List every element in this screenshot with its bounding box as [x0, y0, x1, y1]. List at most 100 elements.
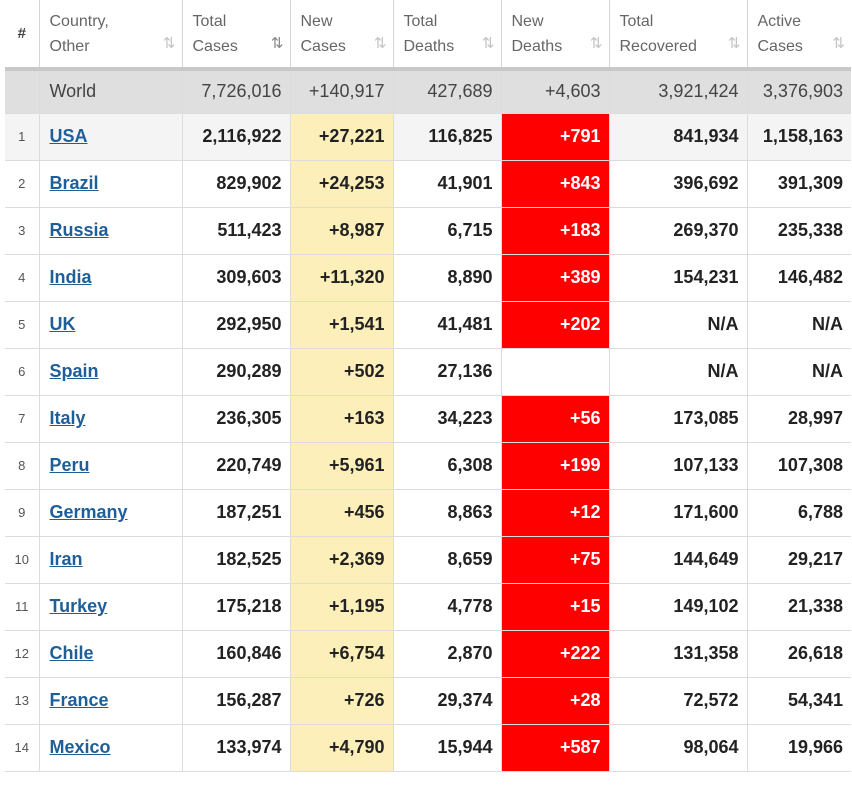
world-row: World 7,726,016 +140,917 427,689 +4,603 … — [5, 69, 851, 114]
total-deaths-cell: 41,901 — [393, 160, 502, 208]
new-cases-cell: +24,253 — [290, 160, 394, 208]
header-total-cases[interactable]: Total Cases ⇅ — [182, 0, 291, 71]
total-deaths-cell: 41,481 — [393, 301, 502, 349]
world-total-cases-cell: 7,726,016 — [182, 69, 291, 114]
header-total-recovered[interactable]: Total Recovered ⇅ — [609, 0, 748, 71]
new-deaths-cell: +389 — [501, 254, 610, 302]
country-cell: UK — [39, 301, 183, 349]
new-cases-cell: +502 — [290, 348, 394, 396]
country-cell: Turkey — [39, 583, 183, 631]
total-deaths-cell: 27,136 — [393, 348, 502, 396]
header-new-deaths[interactable]: New Deaths ⇅ — [501, 0, 610, 71]
country-link[interactable]: France — [50, 690, 109, 710]
country-link[interactable]: Turkey — [50, 596, 108, 616]
country-link[interactable]: Mexico — [50, 737, 111, 757]
header-country-label: Country, Other — [49, 12, 109, 55]
index-cell: 3 — [5, 207, 40, 255]
new-deaths-cell: +15 — [501, 583, 610, 631]
header-active-cases[interactable]: Active Cases ⇅ — [747, 0, 851, 71]
new-deaths-cell: +199 — [501, 442, 610, 490]
total-recovered-cell: 269,370 — [609, 207, 748, 255]
table-row: 5 UK 292,950 +1,541 41,481 +202 N/A N/A — [5, 301, 851, 349]
new-deaths-cell: +183 — [501, 207, 610, 255]
table-row: 12 Chile 160,846 +6,754 2,870 +222 131,358 26,6… — [5, 630, 851, 678]
new-cases-cell: +2,369 — [290, 536, 394, 584]
total-deaths-cell: 6,308 — [393, 442, 502, 490]
header-active-cases-label: Active Cases — [757, 12, 803, 55]
country-link[interactable]: Germany — [50, 502, 128, 522]
total-recovered-cell: 154,231 — [609, 254, 748, 302]
table-row: 8 Peru 220,749 +5,961 6,308 +199 107,133 107,30… — [5, 442, 851, 490]
new-cases-cell: +1,541 — [290, 301, 394, 349]
country-link[interactable]: Brazil — [50, 173, 99, 193]
total-cases-cell: 220,749 — [182, 442, 291, 490]
total-recovered-cell: N/A — [609, 301, 748, 349]
covid-stats-table: # Country, Other ⇅ Total Cases ⇅ New Cases… — [5, 0, 851, 772]
active-cases-cell: 28,997 — [747, 395, 851, 443]
total-cases-cell: 829,902 — [182, 160, 291, 208]
sort-icon[interactable]: ⇅ — [163, 31, 175, 56]
world-total-recovered-cell: 3,921,424 — [609, 69, 748, 114]
header-row: # Country, Other ⇅ Total Cases ⇅ New Cases… — [5, 0, 851, 71]
active-cases-cell: 107,308 — [747, 442, 851, 490]
index-cell: 11 — [5, 583, 40, 631]
index-cell: 13 — [5, 677, 40, 725]
new-cases-cell: +163 — [290, 395, 394, 443]
active-cases-cell: N/A — [747, 301, 851, 349]
new-cases-cell: +726 — [290, 677, 394, 725]
active-cases-cell: 146,482 — [747, 254, 851, 302]
country-link[interactable]: Peru — [50, 455, 90, 475]
table-row: 4 India 309,603 +11,320 8,890 +389 154,231 146,… — [5, 254, 851, 302]
active-cases-cell: 26,618 — [747, 630, 851, 678]
table-row: 14 Mexico 133,974 +4,790 15,944 +587 98,064 19,… — [5, 724, 851, 772]
header-new-cases-label: New Cases — [300, 12, 346, 55]
active-cases-cell: 6,788 — [747, 489, 851, 537]
new-deaths-cell — [501, 348, 610, 396]
total-cases-cell: 133,974 — [182, 724, 291, 772]
sort-icon[interactable]: ⇅ — [374, 31, 386, 56]
index-cell: 12 — [5, 630, 40, 678]
country-cell: Germany — [39, 489, 183, 537]
total-recovered-cell: 72,572 — [609, 677, 748, 725]
country-cell: USA — [39, 113, 183, 161]
header-total-deaths[interactable]: Total Deaths ⇅ — [393, 0, 502, 71]
index-cell: 14 — [5, 724, 40, 772]
header-new-cases[interactable]: New Cases ⇅ — [290, 0, 394, 71]
total-deaths-cell: 116,825 — [393, 113, 502, 161]
sort-icon[interactable]: ⇅ — [832, 31, 844, 56]
country-link[interactable]: Iran — [50, 549, 83, 569]
header-total-cases-label: Total Cases — [192, 12, 238, 55]
sort-icon[interactable]: ⇅ — [590, 31, 602, 56]
sort-active-icon[interactable]: ⇅ — [271, 31, 283, 56]
total-cases-cell: 187,251 — [182, 489, 291, 537]
total-cases-cell: 292,950 — [182, 301, 291, 349]
sort-icon[interactable]: ⇅ — [482, 31, 494, 56]
index-cell: 8 — [5, 442, 40, 490]
index-cell: 4 — [5, 254, 40, 302]
country-link[interactable]: Russia — [50, 220, 109, 240]
new-cases-cell: +4,790 — [290, 724, 394, 772]
sort-icon[interactable]: ⇅ — [728, 31, 740, 56]
index-cell: 7 — [5, 395, 40, 443]
country-link[interactable]: USA — [50, 126, 88, 146]
table-row: 2 Brazil 829,902 +24,253 41,901 +843 396,692 39… — [5, 160, 851, 208]
new-deaths-cell: +843 — [501, 160, 610, 208]
header-country[interactable]: Country, Other ⇅ — [39, 0, 183, 71]
total-cases-cell: 236,305 — [182, 395, 291, 443]
table-row: 7 Italy 236,305 +163 34,223 +56 173,085 28,997 — [5, 395, 851, 443]
active-cases-cell: 29,217 — [747, 536, 851, 584]
total-cases-cell: 182,525 — [182, 536, 291, 584]
country-link[interactable]: Chile — [50, 643, 94, 663]
new-deaths-cell: +222 — [501, 630, 610, 678]
country-link[interactable]: Italy — [50, 408, 86, 428]
total-deaths-cell: 8,863 — [393, 489, 502, 537]
active-cases-cell: N/A — [747, 348, 851, 396]
new-deaths-cell: +791 — [501, 113, 610, 161]
total-recovered-cell: N/A — [609, 348, 748, 396]
total-recovered-cell: 841,934 — [609, 113, 748, 161]
country-link[interactable]: UK — [50, 314, 76, 334]
table-row: 11 Turkey 175,218 +1,195 4,778 +15 149,102 21,3… — [5, 583, 851, 631]
new-deaths-cell: +75 — [501, 536, 610, 584]
country-link[interactable]: India — [50, 267, 92, 287]
country-link[interactable]: Spain — [50, 361, 99, 381]
